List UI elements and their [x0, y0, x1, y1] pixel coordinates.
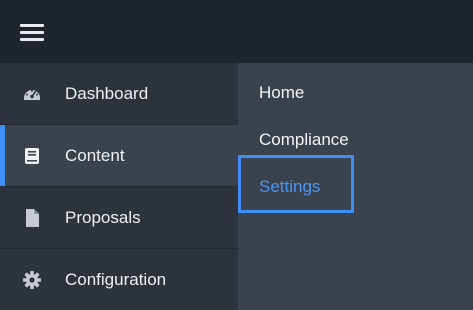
- sidebar-item-configuration[interactable]: Configuration: [0, 249, 238, 310]
- sidebar-item-proposals[interactable]: Proposals: [0, 187, 238, 249]
- sidebar-item-content[interactable]: Content: [0, 125, 238, 187]
- sidebar-item-label: Content: [65, 146, 125, 165]
- app-shell: Dashboard Content Proposals Configuratio…: [0, 0, 473, 310]
- hamburger-menu-icon[interactable]: [20, 22, 44, 42]
- gear-icon: [23, 271, 41, 289]
- hamburger-line-middle: [20, 31, 44, 34]
- top-bar: [0, 0, 473, 63]
- document-icon: [26, 209, 39, 227]
- book-icon: [25, 148, 39, 164]
- submenu-item-settings[interactable]: Settings: [259, 176, 320, 198]
- sidebar-item-label: Configuration: [65, 270, 167, 289]
- active-indicator: [0, 125, 5, 186]
- sidebar-item-label: Proposals: [65, 208, 141, 227]
- sidebar-item-dashboard[interactable]: Dashboard: [0, 63, 238, 125]
- content-submenu: Home Compliance Settings: [238, 63, 473, 310]
- submenu-item-compliance[interactable]: Compliance: [259, 129, 349, 151]
- hamburger-line-bottom: [20, 38, 44, 41]
- sidebar-item-label: Dashboard: [65, 84, 149, 103]
- submenu-item-home[interactable]: Home: [259, 82, 304, 104]
- hamburger-line-top: [20, 24, 44, 27]
- sidebar-nav: Dashboard Content Proposals Configuratio…: [0, 63, 238, 310]
- dashboard-gauge-icon: [24, 89, 40, 100]
